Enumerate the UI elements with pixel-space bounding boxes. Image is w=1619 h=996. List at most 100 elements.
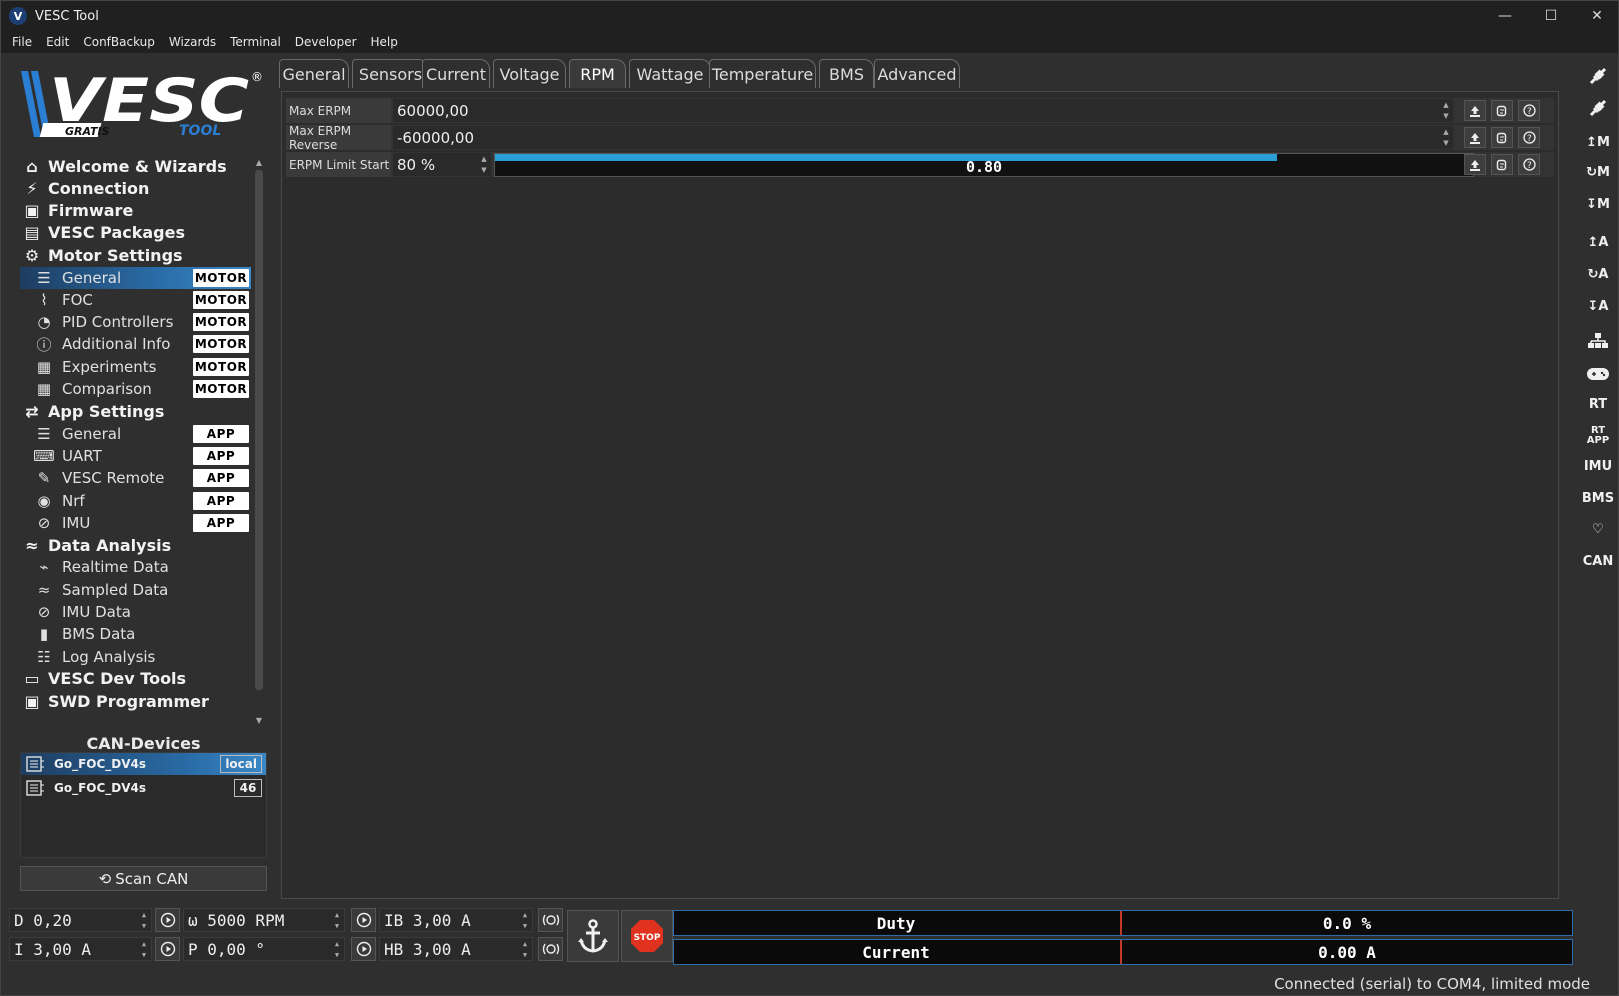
spin-arrows-icon[interactable]: ▲ ▼ [1441,128,1451,147]
current-input[interactable]: I 3,00 A ▲ ▼ [9,937,152,961]
menu-file[interactable]: File [5,35,39,49]
tab-sensors[interactable]: Sensors [352,59,429,88]
spin-arrows-icon[interactable]: ▲ ▼ [332,940,342,959]
nav-item[interactable]: ▭ VESC Dev Tools [20,668,252,690]
heart-icon[interactable]: ♡ [1584,516,1612,542]
read-motor-icon[interactable]: ↻M [1584,159,1612,185]
handbrake-run-button[interactable] [538,937,563,961]
spin-arrows-icon[interactable]: ▲ ▼ [520,911,530,930]
imu-stream-icon[interactable]: IMU [1584,453,1612,479]
brake-run-button[interactable] [538,908,563,932]
spin-arrows-icon[interactable]: ▲ ▼ [139,940,149,959]
menu-help[interactable]: Help [364,35,405,49]
nav-item[interactable]: ✎ VESC Remote APP [20,467,252,489]
bms-stream-icon[interactable]: BMS [1582,485,1614,511]
menu-wizards[interactable]: Wizards [162,35,223,49]
rt-app-icon[interactable]: RT APP [1584,423,1612,449]
tab-wattage[interactable]: Wattage [629,59,711,88]
spin-arrows-icon[interactable]: ▲ ▼ [520,940,530,959]
anchor-button[interactable] [567,910,619,962]
menu-confbackup[interactable]: ConfBackup [76,35,162,49]
write-default-button[interactable] [1464,127,1486,148]
tab-voltage[interactable]: Voltage [493,59,566,88]
can-icon[interactable]: CAN [1583,548,1613,574]
menu-edit[interactable]: Edit [39,35,76,49]
nav-item[interactable]: ≈ Data Analysis [20,534,252,556]
current-run-button[interactable] [155,937,180,961]
tab-bms[interactable]: BMS [819,59,874,88]
read-default-app-icon[interactable]: ↧A [1584,293,1612,319]
nav-item[interactable]: ▣ SWD Programmer [20,690,252,712]
nav-item[interactable]: ⚡ Connection [20,177,252,199]
read-app-icon[interactable]: ↻A [1584,261,1612,287]
write-default-button[interactable] [1464,154,1486,175]
scroll-thumb[interactable] [255,170,263,690]
spin-arrows-icon[interactable]: ▲ ▼ [139,911,149,930]
nav-item[interactable]: ◔ PID Controllers MOTOR [20,311,252,333]
spin-arrows-icon[interactable]: ▲ ▼ [479,155,489,174]
reset-button[interactable] [1491,100,1513,121]
nav-scrollbar[interactable]: ▲ ▼ [251,156,267,728]
help-button[interactable]: ? [1518,127,1540,148]
scroll-up-icon[interactable]: ▲ [254,158,264,168]
rpm-run-button[interactable] [351,908,376,932]
tab-general[interactable]: General [279,59,349,88]
minimize-button[interactable]: — [1482,1,1528,31]
close-button[interactable]: ✕ [1574,1,1619,31]
nav-item[interactable]: ⓘ Additional Info MOTOR [20,333,252,355]
nav-item[interactable]: ⌂ Welcome & Wizards [20,155,252,177]
scan-can-button[interactable]: ⟲ Scan CAN [20,866,267,891]
handbrake-current-input[interactable]: HB 3,00 A ▲ ▼ [379,937,533,961]
reset-button[interactable] [1491,154,1513,175]
connect-icon[interactable] [1584,63,1612,89]
nav-item[interactable]: ☷ Log Analysis [20,646,252,668]
nav-item[interactable]: ⊘ IMU APP [20,512,252,534]
nav-item[interactable]: ⚙ Motor Settings [20,244,252,266]
rt-icon[interactable]: RT [1584,391,1612,417]
nav-item[interactable]: ▦ Comparison MOTOR [20,378,252,400]
spin-arrows-icon[interactable]: ▲ ▼ [1441,101,1451,120]
help-button[interactable]: ? [1518,100,1540,121]
scroll-down-icon[interactable]: ▼ [254,716,264,726]
write-motor-icon[interactable]: ↥M [1584,129,1612,155]
nav-item[interactable]: ⌇ FOC MOTOR [20,289,252,311]
nav-item[interactable]: ⌨ UART APP [20,445,252,467]
rpm-input[interactable]: ω 5000 RPM ▲ ▼ [183,908,345,932]
max-erpm-input[interactable]: 60000,00 ▲ ▼ [393,99,1453,122]
position-input[interactable]: P 0,00 ° ▲ ▼ [183,937,345,961]
tab-current[interactable]: Current [422,59,490,88]
stop-button[interactable]: STOP [621,910,673,962]
nav-item[interactable]: ▤ VESC Packages [20,222,252,244]
nav-item[interactable]: ▮ BMS Data [20,623,252,645]
brake-current-input[interactable]: IB 3,00 A ▲ ▼ [379,908,533,932]
max-erpm-reverse-input[interactable]: -60000,00 ▲ ▼ [393,126,1453,149]
tab-rpm[interactable]: RPM [569,59,626,88]
can-device-row[interactable]: Go_FOC_DV4s 46 [21,777,266,799]
nav-item[interactable]: ⇄ App Settings [20,400,252,422]
menu-terminal[interactable]: Terminal [223,35,288,49]
nav-item[interactable]: ⌁ Realtime Data [20,556,252,578]
disconnect-icon[interactable] [1584,95,1612,121]
nav-item[interactable]: ▣ Firmware [20,200,252,222]
menu-developer[interactable]: Developer [288,35,364,49]
tab-temperature[interactable]: Temperature [709,59,816,88]
maximize-button[interactable]: ☐ [1528,1,1574,31]
nav-item[interactable]: ▦ Experiments MOTOR [20,356,252,378]
write-default-button[interactable] [1464,100,1486,121]
nav-item[interactable]: ☰ General MOTOR [20,266,252,289]
nav-item[interactable]: ☰ General APP [20,423,252,445]
reset-button[interactable] [1491,127,1513,148]
nav-item[interactable]: ≈ Sampled Data [20,579,252,601]
nav-item[interactable]: ⊘ IMU Data [20,601,252,623]
duty-input[interactable]: D 0,20 ▲ ▼ [9,908,152,932]
gamepad-icon[interactable] [1584,361,1612,387]
erpm-limit-start-bar[interactable]: 0.80 [494,153,1474,177]
spin-arrows-icon[interactable]: ▲ ▼ [332,911,342,930]
nav-item[interactable]: ◉ Nrf APP [20,490,252,512]
position-run-button[interactable] [351,937,376,961]
erpm-limit-start-input[interactable]: 80 % ▲ ▼ [393,153,491,176]
help-button[interactable]: ? [1518,154,1540,175]
duty-run-button[interactable] [155,908,180,932]
read-default-motor-icon[interactable]: ↧M [1584,191,1612,217]
can-device-row[interactable]: Go_FOC_DV4s local [21,753,266,775]
